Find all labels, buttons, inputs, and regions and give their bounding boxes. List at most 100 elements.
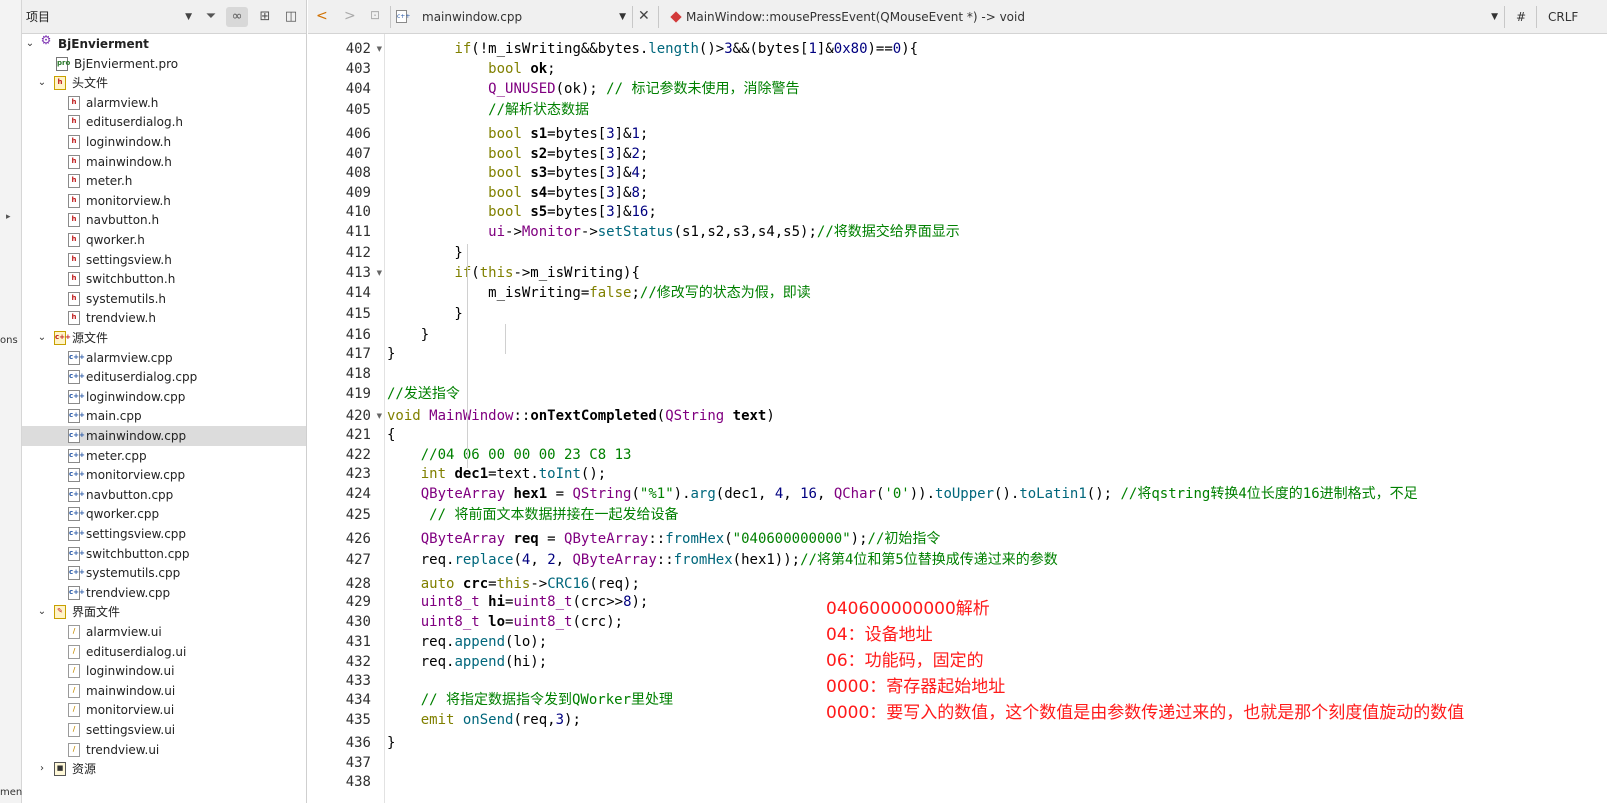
fold-marker-icon[interactable]: ▼ <box>377 406 382 426</box>
tree-item[interactable]: h qworker.h <box>22 230 306 250</box>
annotation-line: 06：功能码，固定的 <box>826 651 984 671</box>
code-token: ]& <box>614 126 632 142</box>
project-view-selector[interactable]: 项目 ▼ <box>24 6 194 28</box>
tree-item-label: qworker.cpp <box>86 507 160 522</box>
tree-item[interactable]: h edituserdialog.h <box>22 112 306 132</box>
tree-item[interactable]: pro BjEnvierment.pro <box>22 54 306 74</box>
code-token: 0 <box>892 40 902 57</box>
line-ending-selector[interactable]: CRLF <box>1548 6 1578 28</box>
tree-item[interactable]: h mainwindow.h <box>22 152 306 172</box>
tree-item[interactable]: h settingsview.h <box>22 250 306 270</box>
tree-item[interactable]: h alarmview.h <box>22 93 306 113</box>
forward-arrow-icon[interactable]: > <box>344 8 356 24</box>
cpp-file-icon: c++ <box>68 507 85 522</box>
code-token: //将第4位和第5位替换成传递过来的参数 <box>800 552 1058 568</box>
tree-item[interactable]: / loginwindow.ui <box>22 661 306 681</box>
fold-marker-icon[interactable]: ▼ <box>377 263 382 283</box>
tree-item[interactable]: c++ trendview.cpp <box>22 583 306 603</box>
tree-item-label: settingsview.ui <box>86 723 176 737</box>
tree-item[interactable]: h monitorview.h <box>22 191 306 211</box>
tree-item[interactable]: h trendview.h <box>22 308 306 328</box>
tree-item[interactable]: c++ monitorview.cpp <box>22 465 306 485</box>
close-icon[interactable]: ✕ <box>638 8 650 24</box>
tree-item[interactable]: c++ mainwindow.cpp <box>22 426 306 446</box>
code-token: -> <box>580 223 598 240</box>
annotation-line: 040600000000解析 <box>826 599 990 619</box>
tree-item-label: monitorview.h <box>86 193 171 208</box>
tree-item[interactable]: c++ navbutton.cpp <box>22 485 306 505</box>
open-document-selector[interactable]: c++ mainwindow.cpp ▼ <box>396 6 626 28</box>
chevron-down-icon[interactable]: ⌄ <box>36 73 48 93</box>
code-token: 3 <box>724 40 733 57</box>
lock-icon[interactable]: ⊡ <box>370 8 380 22</box>
chevron-down-icon[interactable]: ⌄ <box>24 34 36 54</box>
tree-item[interactable]: / trendview.ui <box>22 740 306 760</box>
tree-item[interactable]: › ■ 资源 <box>22 759 306 779</box>
line-number: 429 <box>345 594 371 610</box>
code-line: emit onSend(req,3); <box>387 710 581 730</box>
filter-icon[interactable]: ⏷ <box>200 7 222 27</box>
code-token: req. <box>387 552 455 568</box>
tree-item[interactable]: c++ edituserdialog.cpp <box>22 367 306 387</box>
tree-item[interactable]: c++ loginwindow.cpp <box>22 387 306 407</box>
symbol-selector[interactable]: MainWindow::mousePressEvent(QMouseEvent … <box>668 6 1498 28</box>
code-line: int dec1=text.toInt(); <box>387 464 606 484</box>
code-token: QString <box>665 407 725 424</box>
code-line: } <box>387 243 462 263</box>
tree-item[interactable]: c++ settingsview.cpp <box>22 524 306 544</box>
close-sidebar-icon[interactable]: ◫ <box>280 7 302 27</box>
tree-item[interactable]: / monitorview.ui <box>22 700 306 720</box>
fold-marker-icon[interactable]: ▼ <box>377 39 382 59</box>
expand-arrow-icon[interactable]: ▸ <box>6 212 11 222</box>
tree-item[interactable]: ⌄ ⚙ BjEnvierment <box>22 34 306 54</box>
tree-item[interactable]: / settingsview.ui <box>22 720 306 740</box>
tree-item[interactable]: c++ meter.cpp <box>22 446 306 466</box>
code-token: length <box>648 40 699 57</box>
code-token: ( <box>471 265 480 281</box>
code-token: "%1" <box>639 486 674 502</box>
code-token: fromHex <box>673 552 733 568</box>
tree-item[interactable]: c++ switchbutton.cpp <box>22 544 306 564</box>
tree-item[interactable]: / alarmview.ui <box>22 622 306 642</box>
chevron-down-icon[interactable]: ⌄ <box>36 602 48 622</box>
tree-item-label: loginwindow.h <box>86 135 172 149</box>
code-token: :: <box>513 407 531 424</box>
tree-item[interactable]: h navbutton.h <box>22 210 306 230</box>
tree-item[interactable]: ⌄ h 头文件 <box>22 73 306 93</box>
tree-item-label: settingsview.h <box>86 252 172 267</box>
back-arrow-icon[interactable]: < <box>316 8 328 24</box>
tree-item[interactable]: c++ qworker.cpp <box>22 504 306 524</box>
link-icon[interactable]: ∞ <box>226 7 248 27</box>
tree-item[interactable]: ⌄ c++ 源文件 <box>22 328 306 348</box>
code-token: 16 <box>631 204 649 220</box>
header-file-icon: h <box>68 174 80 189</box>
tree-item[interactable]: h meter.h <box>22 171 306 191</box>
cpp-file-icon: c++ <box>68 350 85 365</box>
tree-item[interactable]: / mainwindow.ui <box>22 681 306 701</box>
code-token: lo <box>488 614 506 630</box>
code-token: MainWindow <box>429 407 514 424</box>
chevron-down-icon[interactable]: ⌄ <box>36 328 48 348</box>
tree-item[interactable]: c++ systemutils.cpp <box>22 563 306 583</box>
hash-button[interactable]: # <box>1516 6 1526 28</box>
code-editor[interactable]: 402 ▼ 403 404 405 406 407 408 409 410 411 412 413 ▼ 41… <box>308 34 1607 803</box>
code-token: 0x80 <box>833 40 868 57</box>
chevron-right-icon[interactable]: › <box>36 759 48 779</box>
tree-item[interactable]: / edituserdialog.ui <box>22 642 306 662</box>
code-token: (hex1)); <box>732 552 801 568</box>
split-icon[interactable]: ⊞ <box>254 7 276 27</box>
tree-item[interactable]: c++ alarmview.cpp <box>22 348 306 368</box>
line-number: 418 <box>345 366 371 382</box>
tree-item[interactable]: c++ main.cpp <box>22 406 306 426</box>
tree-item[interactable]: h switchbutton.h <box>22 269 306 289</box>
tree-item[interactable]: h systemutils.h <box>22 289 306 309</box>
tree-item[interactable]: ⌄ ✎ 界面文件 <box>22 602 306 622</box>
tree-item[interactable]: h loginwindow.h <box>22 132 306 152</box>
code-line: QByteArray hex1 = QString("%1").arg(dec1… <box>387 484 1418 504</box>
